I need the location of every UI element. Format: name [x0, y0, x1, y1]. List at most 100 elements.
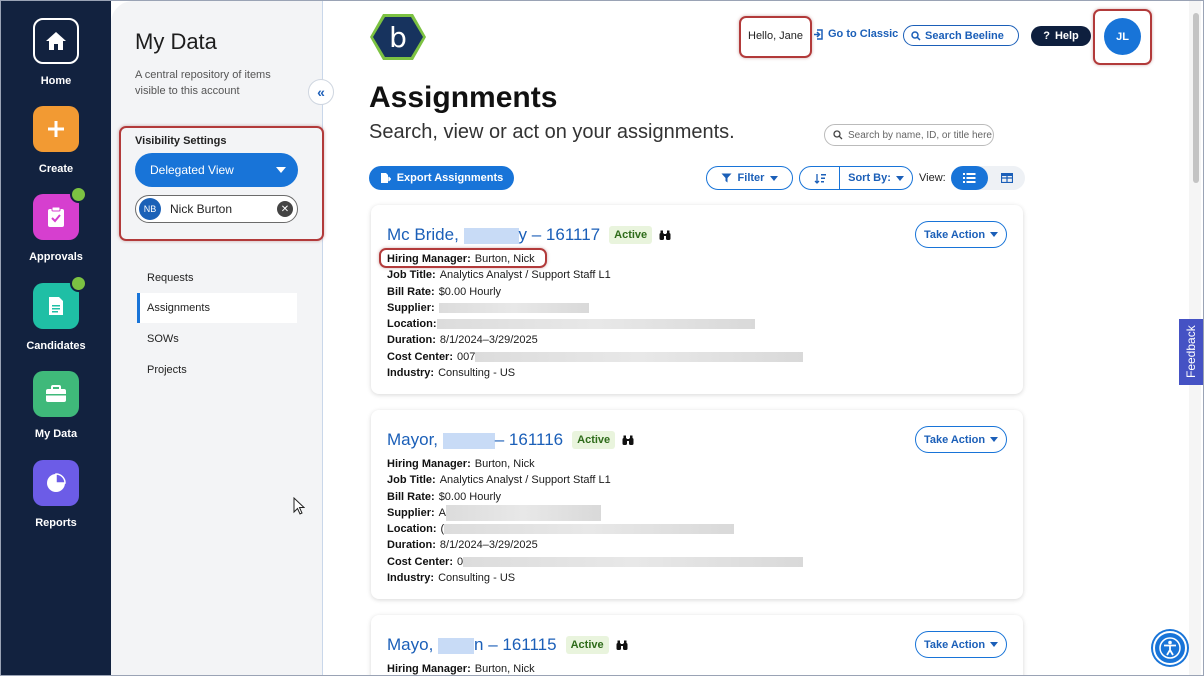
home-icon	[33, 18, 79, 64]
rail-label: Reports	[35, 517, 77, 529]
rail-item-reports[interactable]: Reports	[1, 460, 111, 529]
field-supplier: Supplier: A	[387, 505, 803, 522]
redacted-value	[463, 556, 804, 567]
scrollbar-thumb[interactable]	[1193, 13, 1199, 183]
user-avatar[interactable]: JL	[1104, 18, 1141, 55]
help-label: Help	[1054, 30, 1079, 42]
view-select[interactable]: Delegated View	[135, 153, 298, 187]
field-location: Location:(	[387, 521, 803, 537]
rail-item-my-data[interactable]: My Data	[1, 371, 111, 440]
briefcase-icon	[33, 371, 79, 417]
field-duration: Duration: 8/1/2024–3/29/2025	[387, 539, 538, 552]
assignment-name-suffix: n – 161115	[474, 635, 557, 654]
table-icon	[1000, 173, 1013, 183]
assignment-name-prefix: Mayo,	[387, 635, 439, 654]
take-action-button[interactable]: Take Action	[915, 426, 1007, 453]
binoculars-icon	[659, 230, 671, 240]
search-beeline-placeholder: Search Beeline	[925, 29, 1004, 42]
search-icon	[911, 30, 921, 41]
rail-item-candidates[interactable]: Candidates	[1, 275, 111, 352]
field-job-title: Job Title: Analytics Analyst / Support St…	[387, 269, 611, 282]
sidebar: My Data A central repository of items vi…	[111, 1, 323, 675]
filter-icon	[721, 173, 732, 183]
assignment-title-link[interactable]: Mayor, – 161116	[387, 430, 563, 450]
redacted-value	[438, 303, 589, 314]
delegate-name: Nick Burton	[170, 202, 233, 216]
assignment-fields: Hiring Manager: Burton, Nick Job Title: An…	[387, 251, 804, 381]
notification-dot	[70, 275, 87, 292]
sidebar-item-sows[interactable]: SOWs	[137, 324, 297, 354]
assignment-header: Mayor, – 161116 Active	[387, 430, 634, 450]
assignment-search-input[interactable]: Search by name, ID, or title here	[824, 124, 994, 146]
redacted-name	[442, 432, 495, 449]
assignment-name-suffix: y – 161117	[518, 225, 601, 244]
rail-item-home[interactable]: Home	[1, 18, 111, 87]
assignment-title-link[interactable]: Mc Bride, y – 161117	[387, 225, 600, 245]
assignment-header: Mayo, n – 161115 Active	[387, 635, 628, 655]
chevron-down-icon	[990, 232, 999, 237]
app-rail: Home Create Approvals Candidates My Data…	[1, 1, 111, 675]
accessibility-button[interactable]	[1153, 631, 1187, 665]
assignment-name-suffix: – 161116	[494, 430, 564, 449]
binoculars-icon	[616, 640, 628, 650]
beeline-logo: b	[369, 12, 427, 67]
redacted-value	[446, 505, 602, 522]
search-beeline-input[interactable]: Search Beeline	[903, 25, 1019, 46]
binoculars-icon	[622, 435, 634, 445]
field-industry: Industry: Consulting - US	[387, 367, 516, 380]
field-bill-rate: Bill Rate: $0.00 Hourly	[387, 490, 502, 503]
sidebar-item-assignments[interactable]: Assignments	[137, 293, 297, 323]
question-icon: ?	[1043, 30, 1050, 42]
sidebar-description: A central repository of items visible to…	[135, 69, 271, 97]
rail-item-approvals[interactable]: Approvals	[1, 186, 111, 263]
sidebar-item-requests[interactable]: Requests	[137, 263, 297, 293]
take-action-button[interactable]: Take Action	[915, 631, 1007, 658]
status-badge: Active	[572, 431, 616, 449]
grid-view-button[interactable]	[988, 166, 1025, 190]
field-job-title: Job Title: Analytics Analyst / Support St…	[387, 474, 611, 487]
take-action-button[interactable]: Take Action	[915, 221, 1007, 248]
sort-control: Sort By:	[799, 166, 913, 190]
clipboard-check-icon	[33, 186, 87, 240]
close-icon[interactable]: ✕	[277, 201, 293, 217]
sort-direction-button[interactable]	[800, 167, 840, 189]
take-action-label: Take Action	[923, 638, 986, 651]
view-toggle	[951, 166, 1025, 190]
sort-by-dropdown[interactable]: Sort By:	[840, 172, 912, 184]
delegate-chip: NB Nick Burton ✕	[135, 195, 298, 223]
go-to-classic-link[interactable]: Go to Classic	[813, 28, 898, 40]
field-duration: Duration: 8/1/2024–3/29/2025	[387, 334, 538, 347]
go-to-classic-label: Go to Classic	[828, 28, 899, 40]
filter-label: Filter	[737, 172, 765, 184]
chevron-down-icon	[990, 437, 999, 442]
field-hiring-manager: Hiring Manager: Burton, Nick	[387, 663, 535, 675]
view-select-value: Delegated View	[150, 163, 234, 177]
visibility-settings-label: Visibility Settings	[135, 135, 227, 147]
redacted-value	[444, 524, 735, 535]
chevron-down-icon	[990, 642, 999, 647]
sidebar-item-projects[interactable]: Projects	[137, 355, 297, 385]
redacted-value	[436, 319, 755, 330]
field-industry: Industry: Consulting - US	[387, 572, 516, 585]
rail-item-create[interactable]: Create	[1, 106, 111, 175]
rail-label: Candidates	[26, 340, 86, 352]
field-bill-rate: Bill Rate: $0.00 Hourly	[387, 285, 502, 298]
list-view-button[interactable]	[951, 166, 988, 190]
feedback-tab[interactable]: Feedback	[1179, 319, 1203, 385]
redacted-name	[438, 637, 475, 654]
assignment-name-prefix: Mc Bride,	[387, 225, 464, 244]
redacted-name	[463, 227, 519, 244]
collapse-sidebar-button[interactable]: «	[308, 79, 334, 105]
assignment-fields: Hiring Manager: Burton, Nick	[387, 661, 535, 675]
rail-label: My Data	[34, 428, 78, 440]
assignment-title-link[interactable]: Mayo, n – 161115	[387, 635, 557, 655]
export-assignments-button[interactable]: Export Assignments	[369, 166, 514, 190]
rail-label: Create	[38, 163, 74, 175]
view-label: View:	[919, 172, 946, 184]
sign-in-icon	[814, 28, 823, 40]
sort-by-label: Sort By:	[848, 172, 891, 184]
field-cost-center: Cost Center: 007	[387, 349, 804, 365]
filter-button[interactable]: Filter	[706, 166, 793, 190]
pie-chart-icon	[33, 460, 79, 506]
help-button[interactable]: ? Help	[1031, 26, 1091, 46]
